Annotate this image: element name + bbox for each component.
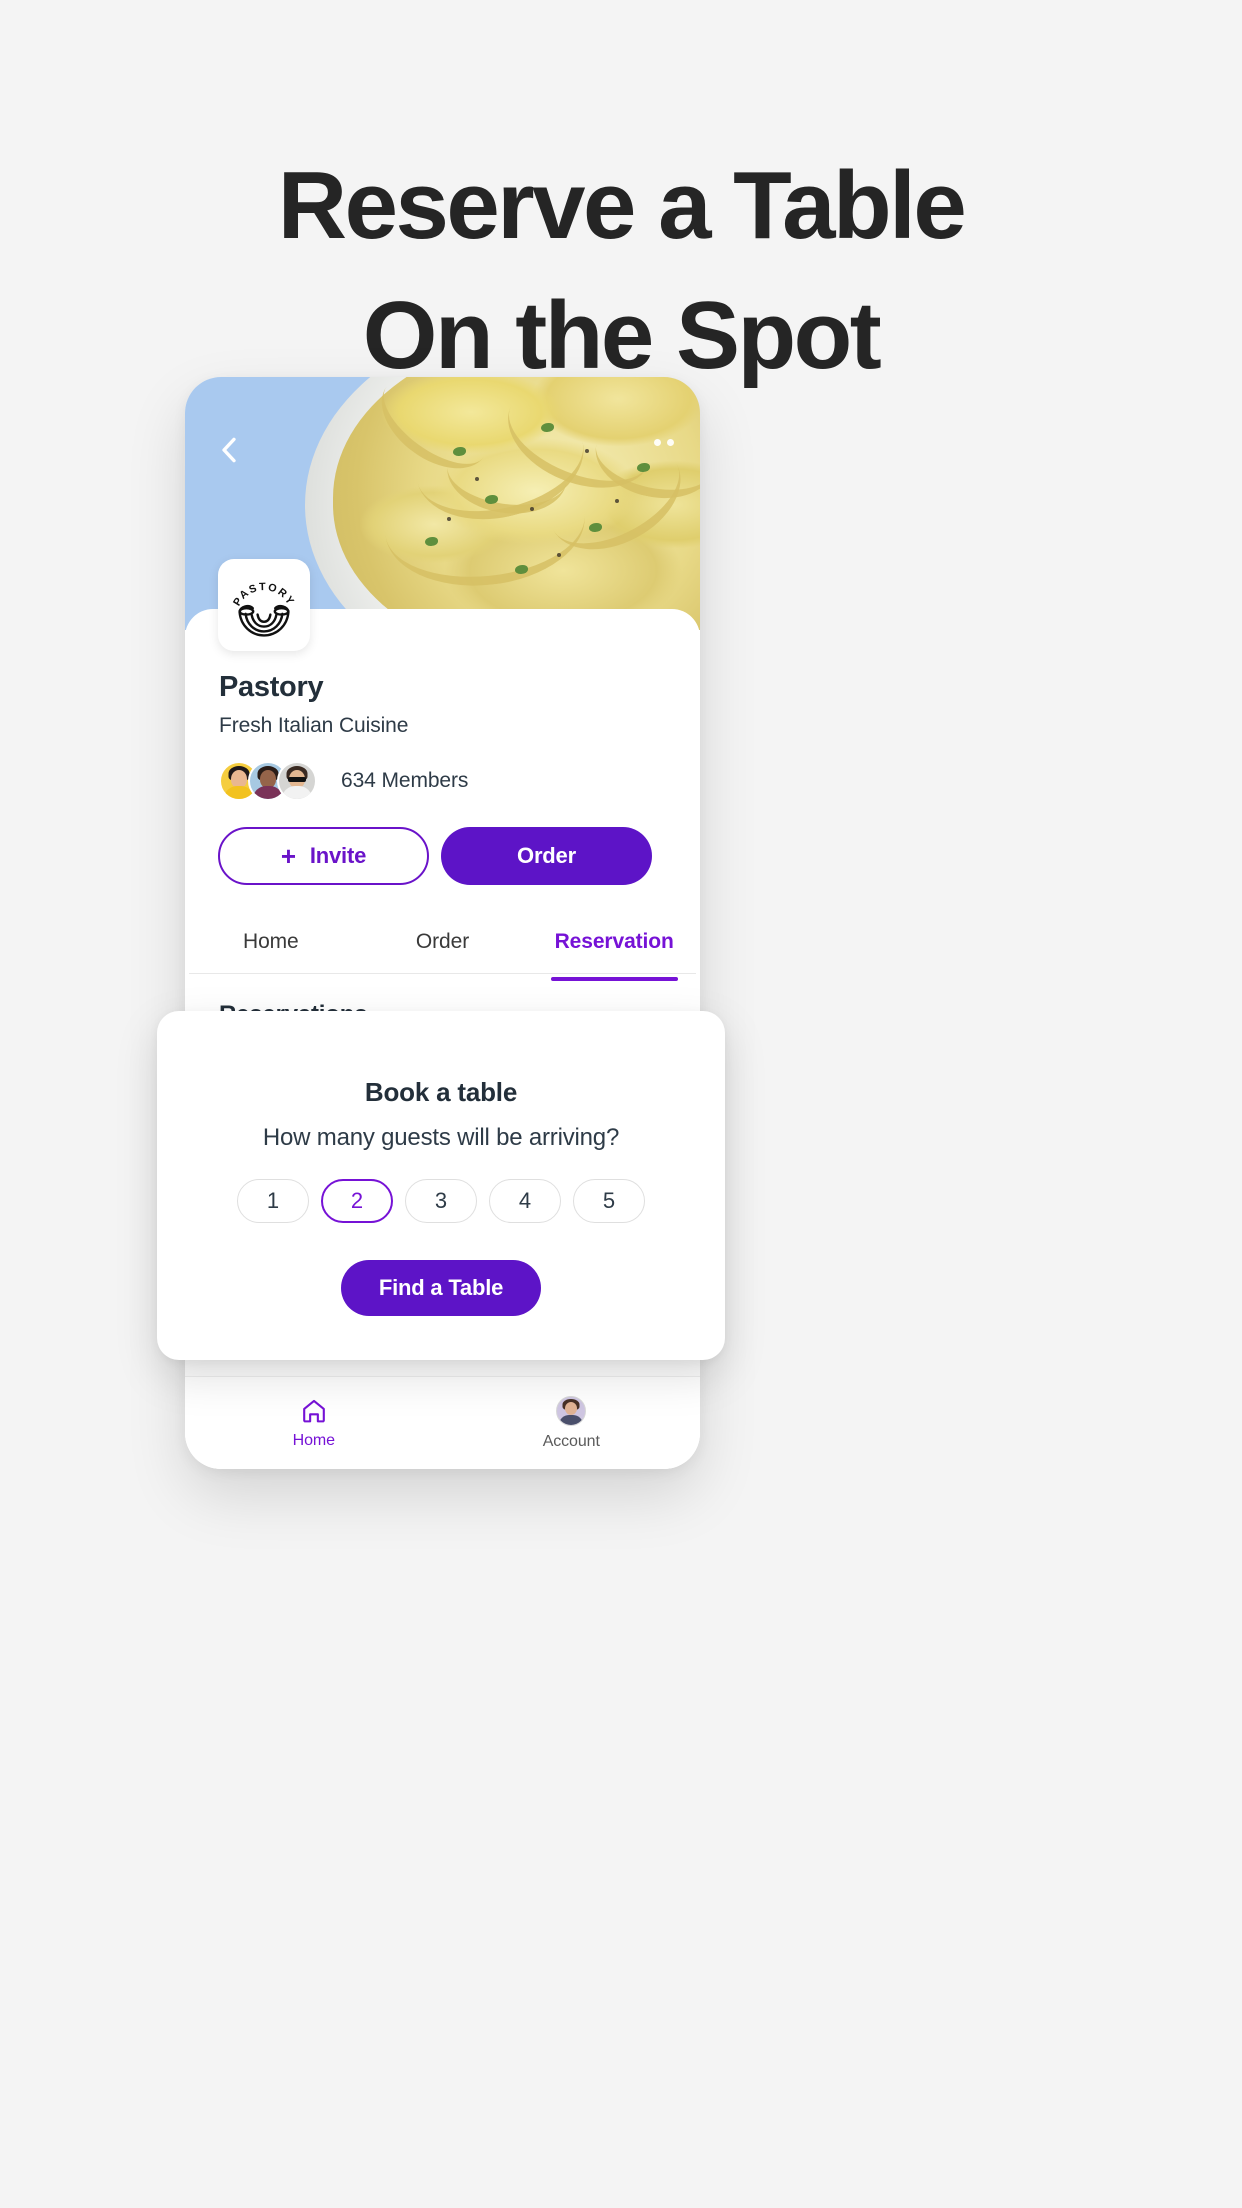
- tab-reservation-label: Reservation: [554, 930, 674, 953]
- guest-count-options: 1 2 3 4 5: [157, 1179, 725, 1223]
- guest-option-2-label: 2: [350, 1188, 364, 1213]
- headline-line-2: On the Spot: [362, 282, 882, 389]
- invite-button-label: Invite: [309, 843, 367, 868]
- avatar: [277, 761, 317, 801]
- guest-option-4-label: 4: [518, 1188, 532, 1213]
- home-icon: [302, 1399, 325, 1422]
- members-row: 634 Members: [219, 761, 468, 801]
- tab-home-label: Home: [243, 930, 299, 953]
- invite-button[interactable]: + Invite: [218, 827, 429, 885]
- tab-bar: Home Order Reservation: [185, 911, 700, 981]
- page-title: Reserve a Table On the Spot: [0, 158, 1242, 384]
- nav-item-home-label: Home: [292, 1431, 335, 1449]
- guest-option-3[interactable]: 3: [405, 1179, 477, 1223]
- plus-icon: +: [280, 841, 296, 871]
- find-a-table-label: Find a Table: [378, 1275, 504, 1300]
- modal-title: Book a table: [364, 1077, 518, 1107]
- page-root: Reserve a Table On the Spot PASTORY Past…: [0, 0, 1242, 2208]
- guest-option-1[interactable]: 1: [237, 1179, 309, 1223]
- guest-option-1-label: 1: [266, 1188, 280, 1213]
- nav-item-home[interactable]: Home: [185, 1377, 443, 1469]
- members-count: 634 Members: [341, 769, 469, 792]
- order-button-label: Order: [517, 843, 576, 868]
- svg-text:PASTORY: PASTORY: [231, 581, 297, 608]
- restaurant-subtitle: Fresh Italian Cuisine: [219, 714, 409, 737]
- restaurant-logo: PASTORY: [218, 559, 310, 651]
- nav-item-account[interactable]: Account: [443, 1377, 701, 1469]
- guest-option-5-label: 5: [602, 1188, 616, 1213]
- restaurant-name: Pastory: [219, 671, 324, 703]
- bottom-navigation: Home Account: [185, 1376, 700, 1469]
- more-options-icon[interactable]: [654, 439, 674, 446]
- nav-item-account-label: Account: [542, 1432, 600, 1450]
- headline-line-1: Reserve a Table: [277, 152, 967, 259]
- chevron-left-icon[interactable]: [212, 433, 246, 467]
- book-a-table-modal: Book a table How many guests will be arr…: [157, 1011, 725, 1360]
- account-avatar-icon: [556, 1395, 587, 1426]
- action-buttons: + Invite Order: [218, 827, 652, 885]
- find-a-table-button[interactable]: Find a Table: [341, 1260, 541, 1316]
- tab-home[interactable]: Home: [185, 911, 357, 973]
- tab-order[interactable]: Order: [357, 911, 529, 973]
- tab-order-label: Order: [415, 930, 470, 953]
- pasta-bowl-icon: PASTORY: [231, 581, 297, 637]
- guest-option-2[interactable]: 2: [321, 1179, 393, 1223]
- tab-divider: [189, 973, 696, 974]
- order-button[interactable]: Order: [441, 827, 652, 885]
- guest-option-5[interactable]: 5: [573, 1179, 645, 1223]
- modal-question: How many guests will be arriving?: [262, 1124, 620, 1151]
- member-avatars: [219, 761, 317, 801]
- tab-reservation[interactable]: Reservation: [528, 911, 700, 981]
- guest-option-4[interactable]: 4: [489, 1179, 561, 1223]
- guest-option-3-label: 3: [434, 1188, 448, 1213]
